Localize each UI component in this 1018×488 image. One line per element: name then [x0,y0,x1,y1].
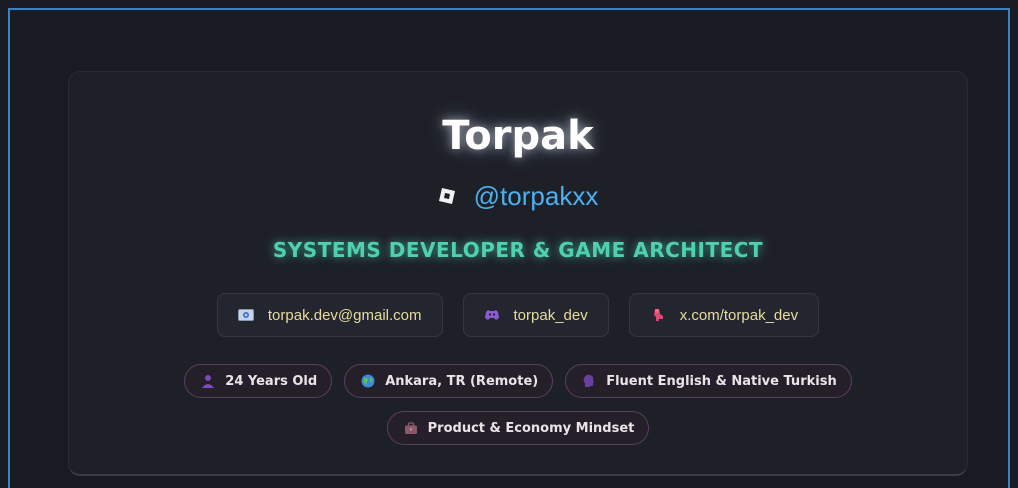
language-label: Fluent English & Native Turkish [606,373,837,389]
x-label: x.com/torpak_dev [679,306,799,324]
location-label: Ankara, TR (Remote) [385,373,539,389]
email-label: torpak.dev@gmail.com [267,306,422,324]
profile-handle[interactable]: @torpakxx [474,181,599,212]
info-tags-row: 24 Years Old Ankara, TR (Remote) Fluent … [69,364,967,398]
contact-links: torpak.dev@gmail.com torpak_dev x.com/to… [69,293,967,337]
speaking-head-icon [582,374,596,388]
email-icon [237,307,254,323]
discord-label: torpak_dev [513,306,588,324]
handle-row[interactable]: @torpakxx [69,178,967,214]
info-tags-row-2: Product & Economy Mindset [69,411,967,445]
profile-card: Torpak @torpakxx SYSTEMS DEVELOPER & GAM… [68,71,968,476]
discord-contact-button[interactable]: torpak_dev [462,293,609,337]
age-tag: 24 Years Old [184,364,333,398]
roblox-icon [438,187,456,205]
age-label: 24 Years Old [225,373,318,389]
person-icon [201,374,215,388]
discord-icon [484,307,500,323]
profile-role: SYSTEMS DEVELOPER & GAME ARCHITECT [272,238,764,262]
profile-name: Torpak [442,113,594,159]
x-social-icon [650,307,666,323]
page-frame: Torpak @torpakxx SYSTEMS DEVELOPER & GAM… [8,8,1010,488]
language-tag: Fluent English & Native Turkish [565,364,852,398]
email-contact-button[interactable]: torpak.dev@gmail.com [216,293,443,337]
location-tag: Ankara, TR (Remote) [344,364,554,398]
x-contact-button[interactable]: x.com/torpak_dev [628,293,820,337]
briefcase-icon [404,421,418,435]
globe-icon [361,374,375,388]
mindset-tag: Product & Economy Mindset [386,411,650,445]
mindset-label: Product & Economy Mindset [427,420,635,436]
